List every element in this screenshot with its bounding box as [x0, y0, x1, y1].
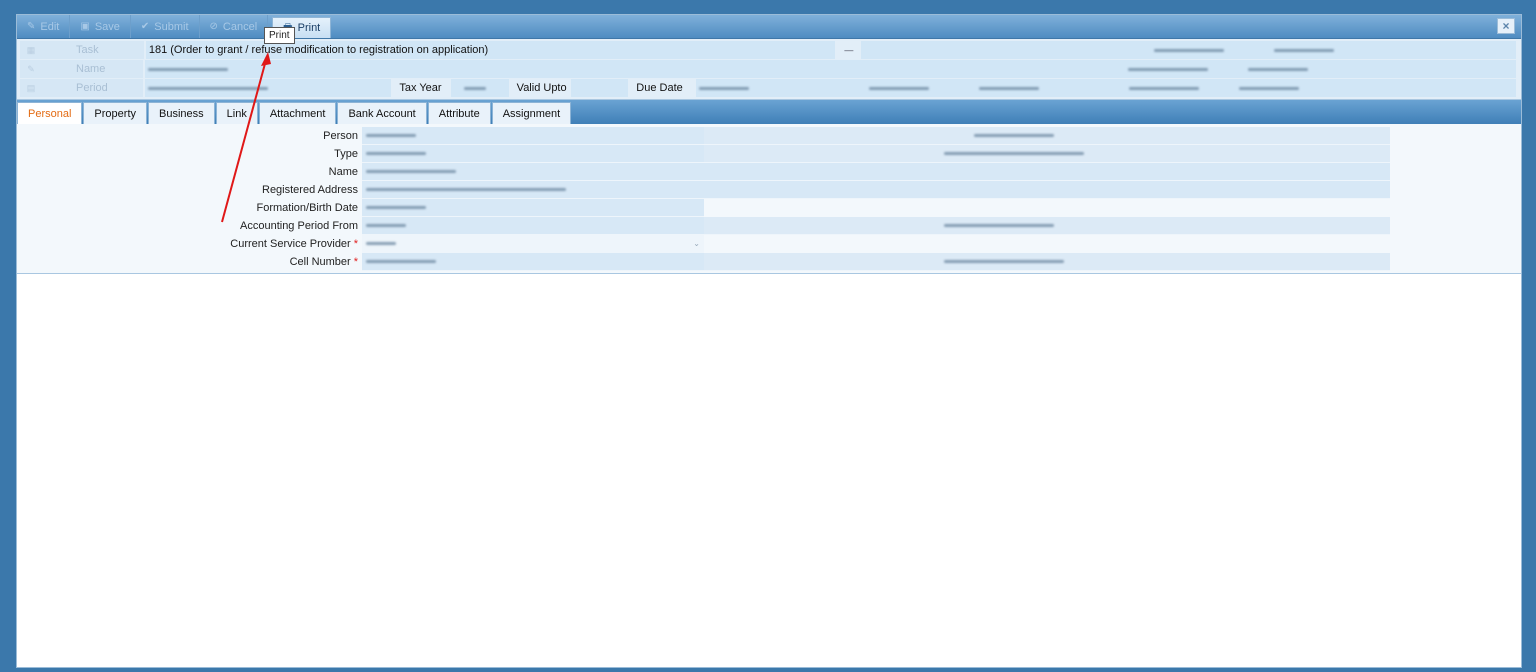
- print-label: Print: [297, 22, 321, 34]
- person-extra-field: [704, 127, 1390, 145]
- registered-address-field[interactable]: [362, 181, 1390, 199]
- submit-button[interactable]: ✔ Submit: [131, 15, 200, 38]
- cell-number-label: Cell Number: [289, 256, 351, 268]
- type-row: Type: [17, 145, 1521, 163]
- edit-label: Edit: [40, 20, 60, 33]
- name-label: Name: [76, 63, 106, 75]
- accounting-period-from-label: Accounting Period From: [240, 220, 358, 232]
- chevron-down-icon: ⌄: [693, 239, 700, 248]
- tab-attribute[interactable]: Attribute: [427, 102, 491, 124]
- required-marker: *: [353, 238, 358, 250]
- cell-number-field[interactable]: [362, 253, 704, 271]
- registered-address-row: Registered Address: [17, 181, 1521, 199]
- name-row: ✎ Name: [20, 60, 1518, 78]
- cell-number-label-cell: Cell Number *: [17, 253, 362, 271]
- formation-birth-date-field[interactable]: [362, 199, 704, 217]
- submit-label: Submit: [154, 20, 189, 33]
- required-marker-cell: *: [353, 256, 358, 268]
- period-row: ▤ Period Tax Year Valid Upto Due Date: [20, 79, 1518, 97]
- close-button[interactable]: ×: [1497, 18, 1515, 34]
- close-icon: ×: [1502, 19, 1510, 33]
- save-button[interactable]: ▣ Save: [70, 15, 131, 38]
- calendar-icon: ▤: [26, 82, 36, 93]
- accounting-period-to-field: [704, 217, 1390, 235]
- current-service-provider-label-cell: Current Service Provider *: [17, 235, 362, 253]
- tax-year-value: [451, 79, 509, 97]
- checkmark-icon: ✔: [140, 21, 150, 32]
- personal-name-field[interactable]: [362, 163, 1390, 181]
- cancel-icon: ⊘: [209, 21, 218, 32]
- cell-number-row: Cell Number *: [17, 253, 1521, 271]
- valid-upto-label: Valid Upto: [516, 82, 567, 94]
- formation-birth-date-label: Formation/Birth Date: [256, 202, 358, 214]
- personal-name-label: Name: [328, 166, 358, 178]
- pencil-icon: ✎: [27, 21, 36, 32]
- cell-number-extra-field: [704, 253, 1390, 271]
- type-extra-field: [704, 145, 1390, 163]
- save-label: Save: [94, 20, 120, 33]
- toolbar: ✎ Edit ▣ Save ✔ Submit ⊘ Cancel 🖶 Print …: [17, 15, 1521, 39]
- current-service-provider-select[interactable]: ⌄: [362, 235, 704, 253]
- name-row-personal: Name: [17, 163, 1521, 181]
- disk-icon: ▣: [80, 21, 90, 32]
- formation-birth-date-row: Formation/Birth Date: [17, 199, 1521, 217]
- personal-form: Person Type Name Registered Address Form…: [17, 124, 1521, 274]
- print-tooltip: Print: [264, 27, 295, 44]
- due-date-value: [695, 79, 1516, 97]
- tab-assignment[interactable]: Assignment: [491, 102, 572, 124]
- current-service-provider-label: Current Service Provider: [230, 238, 351, 250]
- tab-personal[interactable]: Personal: [17, 102, 83, 124]
- cancel-button[interactable]: ⊘ Cancel: [200, 15, 269, 38]
- name-label-cell: ✎ Name: [20, 60, 144, 78]
- type-label: Type: [334, 148, 358, 160]
- task-icon: ▦: [26, 44, 36, 55]
- tab-bank-account[interactable]: Bank Account: [337, 102, 427, 124]
- tab-business[interactable]: Business: [148, 102, 215, 124]
- cancel-label: Cancel: [222, 20, 258, 33]
- tab-attachment[interactable]: Attachment: [258, 102, 337, 124]
- type-field[interactable]: [362, 145, 704, 163]
- period-label: Period: [76, 82, 108, 94]
- registered-address-label: Registered Address: [262, 184, 358, 196]
- edit-button[interactable]: ✎ Edit: [17, 15, 71, 38]
- task-row: ▦ Task 181 (Order to grant / refuse modi…: [20, 41, 1518, 59]
- task-extra-field: [860, 41, 1516, 59]
- valid-upto-value: [570, 79, 629, 97]
- tab-link[interactable]: Link: [215, 102, 258, 124]
- tax-year-label: Tax Year: [399, 82, 442, 94]
- task-label: Task: [76, 44, 99, 56]
- accounting-period-from-field[interactable]: [362, 217, 704, 235]
- period-value: [145, 79, 392, 97]
- person-field[interactable]: [362, 127, 704, 145]
- name-icon: ✎: [27, 63, 35, 74]
- task-dropdown-icon[interactable]: —: [837, 41, 861, 59]
- tab-bar: Personal Property Business Link Attachme…: [17, 100, 1521, 124]
- period-label-cell: ▤ Period: [20, 79, 144, 97]
- name-value: [145, 60, 1516, 78]
- task-label-cell: ▦ Task: [20, 41, 144, 59]
- task-header: ▦ Task 181 (Order to grant / refuse modi…: [17, 39, 1521, 100]
- current-service-provider-row: Current Service Provider * ⌄: [17, 235, 1521, 253]
- task-value: 181 (Order to grant / refuse modificatio…: [145, 41, 835, 59]
- person-row: Person: [17, 127, 1521, 145]
- task-window: ✎ Edit ▣ Save ✔ Submit ⊘ Cancel 🖶 Print …: [16, 14, 1522, 668]
- tab-property[interactable]: Property: [83, 102, 147, 124]
- accounting-period-from-row: Accounting Period From: [17, 217, 1521, 235]
- due-date-label: Due Date: [636, 82, 683, 94]
- person-label: Person: [323, 130, 358, 142]
